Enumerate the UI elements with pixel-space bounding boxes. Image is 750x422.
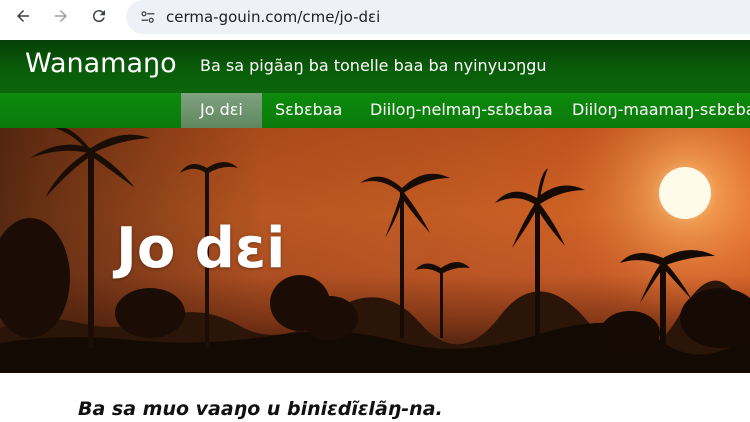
nav-item-diilon-nelman-sebebaa[interactable]: Diiloŋ-nelmaŋ-sɛbɛbaa [370, 93, 553, 128]
forward-button[interactable] [50, 5, 72, 27]
address-bar[interactable]: cerma-gouin.com/cme/jo-dɛi [126, 0, 750, 34]
hero-title: Jo dɛi [116, 216, 286, 281]
content-intro: Ba sa muo vaaŋo u biniɛdĩɛlãŋ-na. [78, 398, 443, 420]
url-text[interactable]: cerma-gouin.com/cme/jo-dɛi [166, 8, 380, 26]
sun [659, 167, 711, 219]
reload-button[interactable] [88, 5, 110, 27]
arrow-right-icon [55, 10, 67, 22]
back-button[interactable] [12, 5, 34, 27]
site-info-button[interactable] [138, 7, 158, 27]
hero-banner: Jo dɛi [0, 128, 750, 373]
site-logo[interactable]: Wanamaŋo [25, 48, 177, 79]
browser-toolbar: cerma-gouin.com/cme/jo-dɛi [0, 0, 750, 40]
nav-item-diilon-maaman-sebebaa[interactable]: Diiloŋ-maamaŋ-sɛbɛbaa [572, 93, 750, 128]
nav-item-jo-dei[interactable]: Jo dɛi [181, 93, 262, 128]
tune-icon [141, 11, 155, 23]
main-nav: Jo dɛi Sɛbɛbaa Diiloŋ-nelmaŋ-sɛbɛbaa Dii… [0, 93, 750, 128]
nav-item-sebebaa[interactable]: Sɛbɛbaa [275, 93, 342, 128]
arrow-left-icon [17, 10, 29, 22]
reload-icon [92, 10, 105, 23]
site-tagline: Ba sa pigãaŋ ba tonelle baa ba nyinyuɔŋg… [200, 56, 547, 75]
site-header: Wanamaŋo Ba sa pigãaŋ ba tonelle baa ba … [0, 40, 750, 93]
sunset-palm-image [0, 128, 750, 373]
